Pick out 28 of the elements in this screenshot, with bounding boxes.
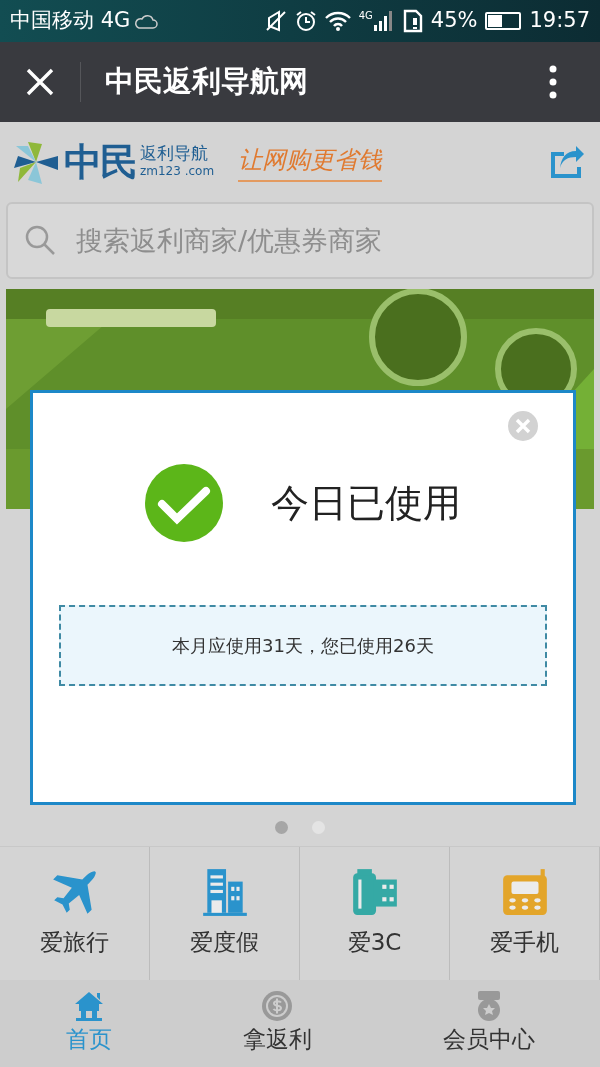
page-title: 中民返利导航网	[105, 63, 308, 101]
wifi-icon	[324, 11, 351, 31]
logo-name: 中民	[64, 138, 136, 186]
slogan: 让网购更省钱	[238, 142, 383, 182]
mute-icon	[264, 10, 287, 32]
network-label: 4G	[358, 11, 373, 21]
dialog-title: 今日已使用	[271, 479, 461, 527]
checkmark-icon	[145, 464, 223, 542]
more-icon[interactable]	[549, 65, 557, 99]
carrier-label: 中国移动 4G	[10, 7, 131, 35]
cloud-icon	[134, 13, 159, 29]
usage-message: 本月应使用31天，您已使用26天	[59, 605, 547, 686]
dollar-coin-icon	[261, 990, 293, 1023]
search-icon	[24, 224, 56, 256]
logo-subtitle: 返利导航	[140, 143, 209, 163]
close-icon[interactable]	[26, 68, 54, 96]
nav-tab[interactable]: 拿返利	[177, 980, 377, 1067]
alarm-icon	[294, 10, 317, 32]
sim-icon	[402, 9, 423, 33]
battery-icon	[485, 12, 522, 30]
share-icon[interactable]	[550, 146, 584, 178]
clock-time: 19:57	[529, 7, 590, 35]
nav-tab[interactable]: 会员中心	[377, 980, 600, 1067]
signal-icon	[372, 11, 395, 31]
carousel-dot[interactable]	[275, 821, 288, 834]
search-field[interactable]: 搜索返利商家/优惠券商家	[6, 202, 594, 279]
battery-label: 45%	[430, 7, 478, 35]
logo-domain: zm123 .com	[140, 163, 215, 181]
